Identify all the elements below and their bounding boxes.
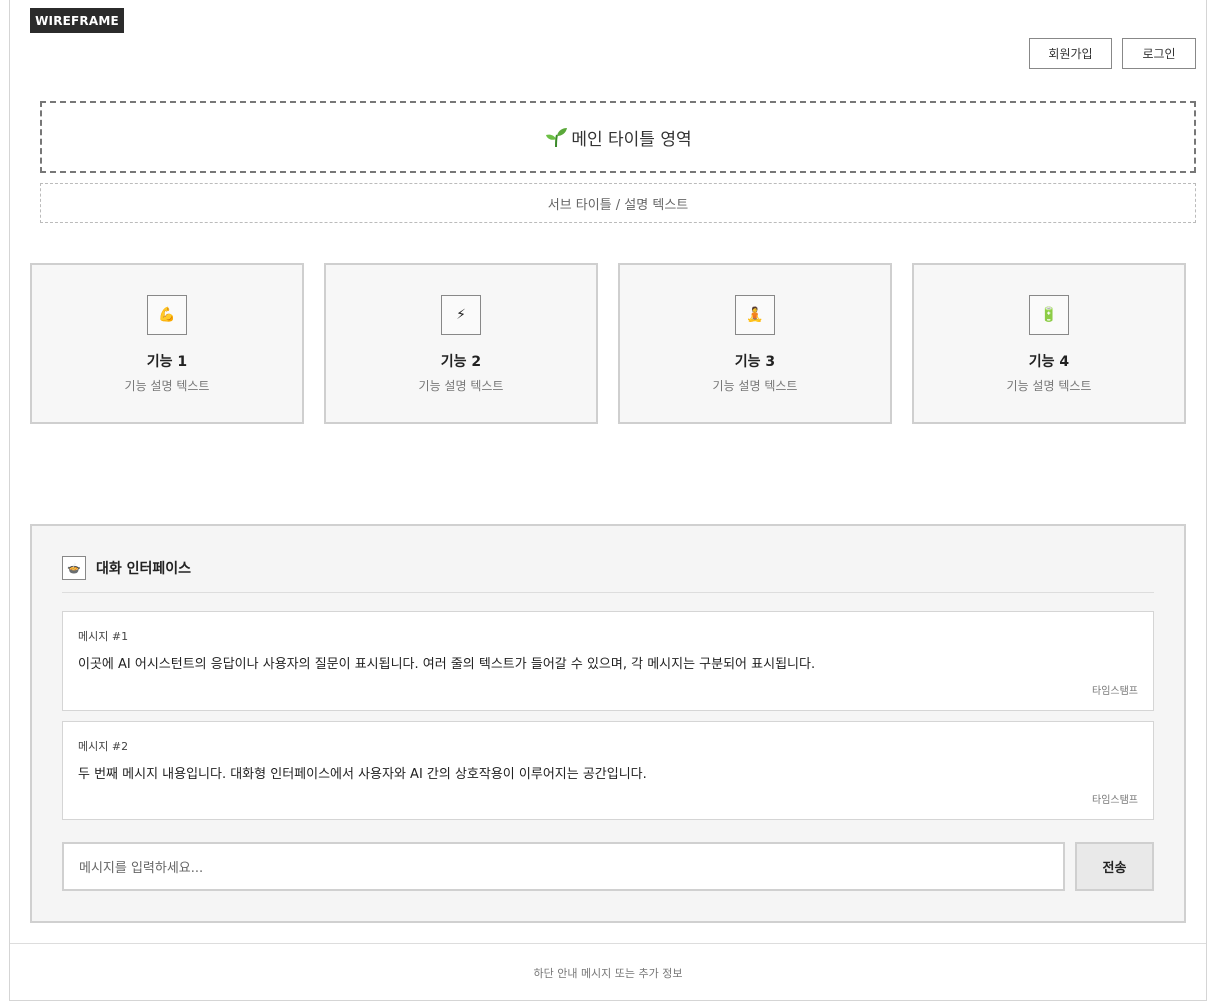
message-text: 두 번째 메시지 내용입니다. 대화형 인터페이스에서 사용자와 AI 간의 상… [78, 767, 647, 782]
main-title-area: 메인 타이틀 영역 [40, 101, 1196, 173]
page-frame: WIREFRAME 회원가입 로그인 메인 타이틀 영역 서브 타이틀 / 설명… [9, 0, 1207, 1001]
chat-title: 대화 인터페이스 [96, 561, 192, 577]
main-title-text: 메인 타이틀 영역 [571, 129, 692, 150]
message-item: 메시지 #2 두 번째 메시지 내용입니다. 대화형 인터페이스에서 사용자와 … [62, 721, 1154, 820]
footer: 하단 안내 메시지 또는 추가 정보 [10, 943, 1206, 1001]
signup-button[interactable]: 회원가입 [1029, 38, 1112, 69]
feature-title: 기능 3 [734, 354, 776, 370]
food-bowl-icon: 🍲 [62, 556, 86, 580]
footer-text: 하단 안내 메시지 또는 추가 정보 [533, 966, 683, 980]
message-timestamp: 타임스탬프 [1092, 686, 1138, 697]
chat-header: 🍲 대화 인터페이스 [62, 556, 1154, 593]
chat-panel: 🍲 대화 인터페이스 메시지 #1 이곳에 AI 어시스턴트의 응답이나 사용자… [30, 524, 1186, 923]
meditation-icon: 🧘 [735, 295, 775, 335]
feature-card-2: ⚡ 기능 2 기능 설명 텍스트 [324, 263, 598, 424]
feature-card-1: 💪 기능 1 기능 설명 텍스트 [30, 263, 304, 424]
wireframe-badge: WIREFRAME [30, 8, 124, 33]
message-text: 이곳에 AI 어시스턴트의 응답이나 사용자의 질문이 표시됩니다. 여러 줄의… [78, 657, 816, 672]
battery-icon: 🔋 [1029, 295, 1069, 335]
sub-title-area: 서브 타이틀 / 설명 텍스트 [40, 183, 1196, 223]
flexed-biceps-icon: 💪 [147, 295, 187, 335]
message-input[interactable]: 메시지를 입력하세요... [62, 842, 1065, 891]
message-timestamp: 타임스탬프 [1092, 795, 1138, 806]
message-label: 메시지 #2 [78, 740, 129, 753]
send-button[interactable]: 전송 [1075, 842, 1154, 891]
lightning-icon: ⚡ [441, 295, 481, 335]
feature-description: 기능 설명 텍스트 [712, 379, 798, 393]
sub-title-text: 서브 타이틀 / 설명 텍스트 [547, 197, 689, 213]
feature-description: 기능 설명 텍스트 [418, 379, 504, 393]
feature-description: 기능 설명 텍스트 [124, 379, 210, 393]
sprout-icon [544, 126, 568, 148]
feature-title: 기능 4 [1028, 354, 1070, 370]
message-label: 메시지 #1 [78, 630, 129, 643]
feature-card-4: 🔋 기능 4 기능 설명 텍스트 [912, 263, 1186, 424]
feature-title: 기능 2 [440, 354, 482, 370]
login-button[interactable]: 로그인 [1122, 38, 1196, 69]
message-item: 메시지 #1 이곳에 AI 어시스턴트의 응답이나 사용자의 질문이 표시됩니다… [62, 611, 1154, 711]
feature-description: 기능 설명 텍스트 [1006, 379, 1092, 393]
feature-card-3: 🧘 기능 3 기능 설명 텍스트 [618, 263, 892, 424]
feature-title: 기능 1 [146, 354, 188, 370]
